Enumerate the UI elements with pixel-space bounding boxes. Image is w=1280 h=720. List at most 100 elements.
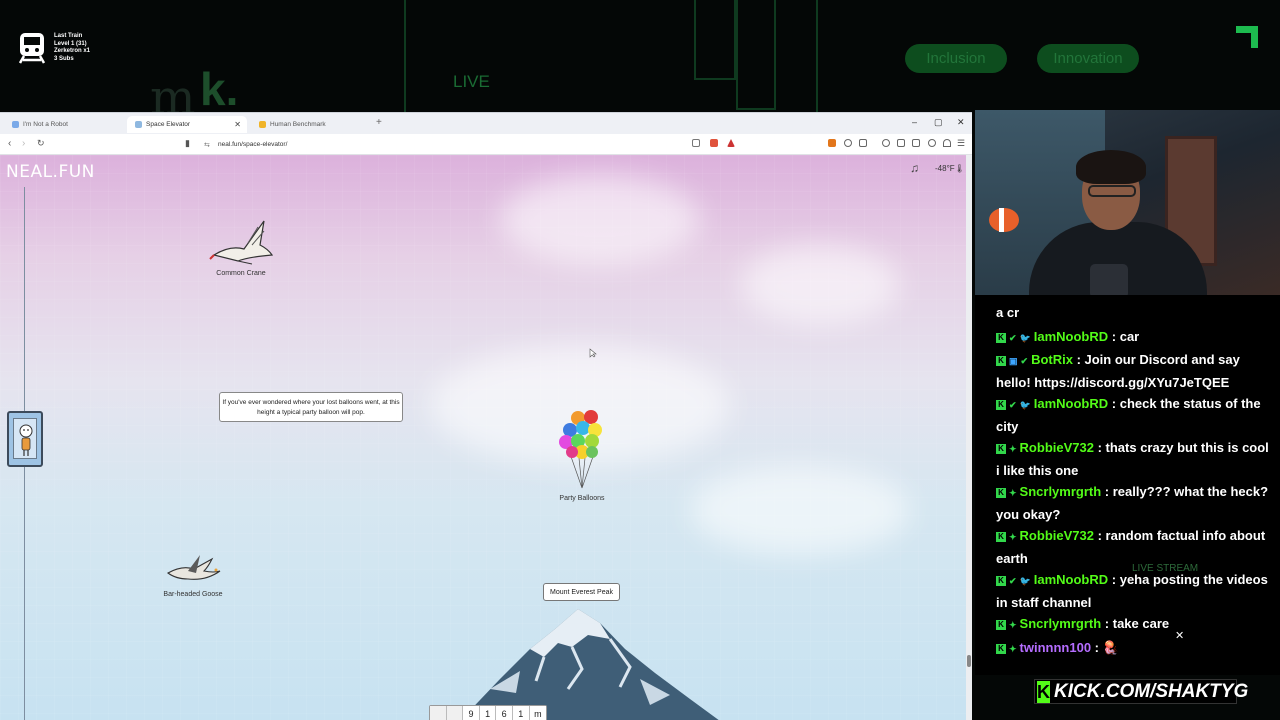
- bot-badge-icon: ▣: [1009, 355, 1018, 366]
- webcam-feed: [975, 110, 1280, 295]
- kick-badge-icon: K: [996, 443, 1006, 454]
- chat-username[interactable]: IamNoobRD: [1034, 329, 1108, 344]
- kick-logo-icon: K: [1037, 680, 1050, 703]
- tab-human-benchmark[interactable]: Human Benchmark: [251, 116, 371, 133]
- sub-badge-icon: ✦: [1009, 643, 1017, 654]
- streamer-info-line: Last Train: [54, 33, 83, 39]
- sub-badge-icon: ✦: [1009, 619, 1017, 630]
- page-scrollbar[interactable]: [966, 155, 972, 720]
- tab-space-elevator[interactable]: Space Elevator ✕: [127, 116, 247, 133]
- verified-badge-icon: ✔: [1009, 575, 1017, 586]
- chat-username[interactable]: IamNoobRD: [1034, 572, 1108, 587]
- streamer-info-line: Zerketron x1: [54, 48, 91, 54]
- extension-icon[interactable]: [844, 139, 852, 147]
- chat-close-icon[interactable]: ✕: [1175, 629, 1184, 642]
- neal-fun-logo[interactable]: NEAL.FUN: [6, 162, 95, 182]
- clownfish-plush: [989, 208, 1019, 232]
- chat-text: car: [1119, 329, 1140, 344]
- address-text: neal.fun/space-elevator/: [218, 141, 288, 148]
- tab-label: I'm Not a Robot: [23, 121, 68, 128]
- scrollbar-thumb[interactable]: [967, 655, 971, 667]
- elevator-window: [13, 418, 37, 459]
- kick-badge-icon: K: [996, 643, 1006, 654]
- vpn-icon[interactable]: [943, 139, 951, 147]
- forward-icon[interactable]: ›: [22, 138, 25, 149]
- tab-close-icon[interactable]: ✕: [234, 120, 241, 129]
- verified-badge-icon: ✔: [1020, 355, 1029, 366]
- verified-badge-icon: ✔: [1009, 332, 1017, 343]
- tab-label: Human Benchmark: [270, 121, 326, 128]
- chat-username[interactable]: RobbieV732: [1020, 440, 1094, 455]
- chat-message: K ✦ RobbieV732 : thats crazy but this is c…: [996, 437, 1270, 482]
- chat-message: K ✦ twinnnn100 : 🪼: [996, 637, 1270, 660]
- temperature-readout: -48°F🌡: [935, 164, 965, 173]
- maximize-button[interactable]: ▢: [934, 117, 943, 128]
- brave-shield-icon[interactable]: [710, 139, 718, 147]
- leo-icon[interactable]: [928, 139, 936, 147]
- odometer-digit: [430, 706, 447, 720]
- bookmark-icon[interactable]: ▮: [185, 138, 190, 149]
- tab-favicon-icon: [259, 121, 266, 128]
- tab-bar: I'm Not a Robot Space Elevator ✕ Human B…: [0, 113, 972, 134]
- chat-text: take care: [1112, 616, 1170, 631]
- back-icon[interactable]: ‹: [8, 138, 11, 149]
- overlay-step-shape: [736, 0, 776, 110]
- sub-badge-icon: ✦: [1009, 443, 1017, 454]
- chat-message: K ✔ 🐦 IamNoobRD : car: [996, 326, 1270, 349]
- kick-badge-icon: K: [996, 355, 1006, 366]
- odometer-digit: 9: [463, 706, 480, 720]
- extension-icon[interactable]: [859, 139, 867, 147]
- bird-badge-icon: 🐦: [1019, 332, 1031, 343]
- streamer-glasses: [1088, 185, 1136, 197]
- kick-badge-icon: K: [996, 332, 1006, 343]
- sub-badge-icon: ✦: [1009, 487, 1017, 498]
- tab-im-not-a-robot[interactable]: I'm Not a Robot: [4, 116, 122, 133]
- kick-badge-icon: K: [996, 487, 1006, 498]
- kick-badge-icon: K: [996, 399, 1006, 410]
- sub-badge-icon: ✦: [1009, 531, 1017, 542]
- overlay-pill-inclusion: Inclusion: [905, 44, 1007, 73]
- party-balloons-label: Party Balloons: [559, 495, 605, 502]
- menu-icon[interactable]: ☰: [957, 138, 965, 149]
- metamask-icon[interactable]: [828, 139, 836, 147]
- party-balloons-icon: [559, 410, 602, 489]
- window-close-button[interactable]: ✕: [957, 117, 965, 128]
- music-icon[interactable]: ♫: [910, 161, 919, 175]
- odometer-digit: 1: [479, 706, 497, 720]
- kick-url-banner: K KICK.COM/SHAKTYG: [1034, 679, 1248, 704]
- thermometer-icon: 🌡: [954, 164, 965, 173]
- everest-peak-label: Mount Everest Peak: [543, 583, 620, 601]
- new-tab-button[interactable]: +: [376, 117, 382, 128]
- stream-stage: m k. LIVE Inclusion Innovation Last Trai…: [0, 0, 1280, 720]
- kick-badge-icon: K: [996, 619, 1006, 630]
- streamer-info: Last Train Level 1 (31) Zerketron x1 3 S…: [54, 33, 90, 63]
- passenger-icon: [19, 424, 33, 456]
- site-info-icon[interactable]: ⇆: [204, 141, 210, 149]
- chat-username[interactable]: Sncrlymrgrth: [1020, 616, 1102, 631]
- bird-badge-icon: 🐦: [1019, 575, 1031, 586]
- share-icon[interactable]: [692, 139, 700, 147]
- chat-text: 🪼: [1102, 640, 1119, 655]
- overlay-frame-right: [816, 0, 818, 112]
- elevator-car: [7, 411, 43, 467]
- chat-message: K ✔ 🐦 IamNoobRD : check the status of the c…: [996, 393, 1270, 438]
- chat-message: K ✦ Sncrlymrgrth : take care: [996, 613, 1270, 636]
- sidebar-icon[interactable]: [897, 139, 905, 147]
- microphone: [1090, 264, 1128, 295]
- tab-search-icon[interactable]: [912, 139, 920, 147]
- media-icon[interactable]: [882, 139, 890, 147]
- overlay-pill-innovation: Innovation: [1037, 44, 1139, 73]
- chat-username[interactable]: RobbieV732: [1020, 528, 1094, 543]
- chat-username[interactable]: IamNoobRD: [1034, 396, 1108, 411]
- chat-username[interactable]: Sncrlymrgrth: [1020, 484, 1102, 499]
- stream-chat: a cr K ✔ 🐦 IamNoobRD : car K ▣ ✔ BotRix : Join…: [975, 295, 1280, 675]
- overlay-corner-mark: [1236, 26, 1258, 48]
- minimize-button[interactable]: –: [912, 117, 917, 127]
- chat-username[interactable]: twinnnn100: [1020, 640, 1092, 655]
- bar-headed-goose-icon: [166, 555, 221, 580]
- reload-icon[interactable]: ↻: [37, 138, 45, 149]
- odometer-unit: m: [529, 706, 547, 720]
- chat-username[interactable]: BotRix: [1031, 352, 1073, 367]
- address-bar[interactable]: ⇆ neal.fun/space-elevator/: [198, 137, 740, 152]
- nav-bar: ‹ › ↻ ▮ ⇆ neal.fun/space-elevator/ ☰: [0, 134, 972, 155]
